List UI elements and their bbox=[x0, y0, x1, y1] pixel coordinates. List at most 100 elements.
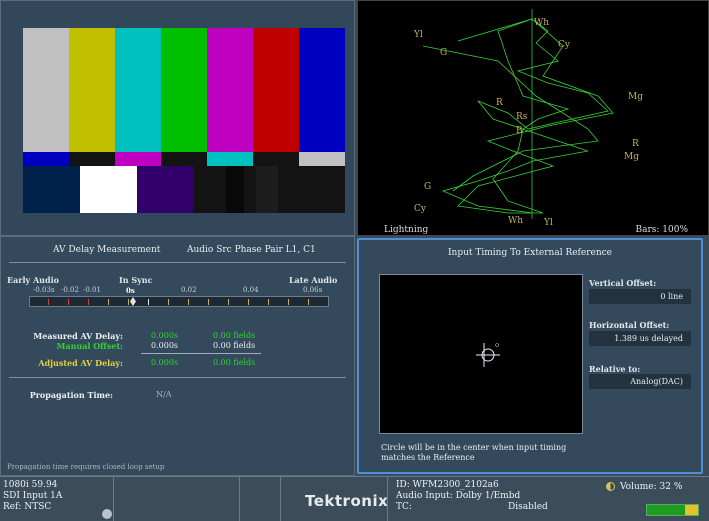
pluge-bar bbox=[278, 166, 345, 213]
propagation-footer-note: Propagation time requires closed loop se… bbox=[7, 463, 165, 471]
sync-marker bbox=[130, 297, 136, 306]
input-status-box: 1080i 59.94 SDI Input 1A Ref: NTSC bbox=[0, 477, 114, 521]
lightning-label: B bbox=[516, 126, 523, 136]
lightning-label: G bbox=[440, 48, 447, 58]
vertical-offset-value: 0 line bbox=[589, 289, 691, 304]
pluge-bar bbox=[137, 166, 194, 213]
manual-offset-fields[interactable]: 0.00 fields bbox=[213, 341, 255, 350]
lightning-label: Mg bbox=[624, 152, 639, 162]
av-delay-pane[interactable]: AV Delay Measurement Audio Src Phase Pai… bbox=[0, 236, 355, 476]
audio-input: Audio Input: Dolby 1/Embd bbox=[396, 491, 521, 501]
scale-tick-label: -0.02 bbox=[61, 286, 79, 294]
pluge-bar bbox=[256, 166, 278, 213]
timing-title: Input Timing To External Reference bbox=[447, 248, 613, 258]
pluge-bar bbox=[244, 166, 256, 213]
meter-tick bbox=[88, 299, 89, 305]
pluge-bar bbox=[23, 166, 80, 213]
status-led-icon bbox=[102, 509, 112, 519]
status-divider bbox=[387, 477, 388, 521]
scale-tick-label: 0.06s bbox=[303, 286, 323, 294]
scale-tick-label: -0.01 bbox=[83, 286, 101, 294]
relative-to-label: Relative to: bbox=[589, 364, 641, 374]
meter-tick bbox=[248, 299, 249, 305]
castellation-bar bbox=[207, 152, 253, 166]
early-audio-label: Early Audio bbox=[7, 275, 59, 285]
manual-offset-seconds[interactable]: 0.000s bbox=[151, 341, 178, 350]
pluge-bar bbox=[80, 166, 137, 213]
propagation-time-label: Propagation Time: bbox=[29, 390, 113, 400]
instrument-id: ID: WFM2300_2102a6 bbox=[396, 480, 499, 490]
meter-tick bbox=[288, 299, 289, 305]
lightning-trace: Yl Wh Cy G Mg R Rs B R Mg G Cy Wh Yl bbox=[413, 9, 643, 228]
sdi-input: SDI Input 1A bbox=[3, 491, 63, 501]
lightning-label: Wh bbox=[508, 216, 523, 226]
meter-tick bbox=[108, 299, 109, 305]
horizontal-offset-value: 1.389 us delayed bbox=[589, 331, 691, 346]
color-bar bbox=[161, 28, 207, 152]
relative-to-value[interactable]: Analog(DAC) bbox=[589, 374, 691, 389]
meter-tick bbox=[168, 299, 169, 305]
timecode-label: TC: bbox=[396, 502, 412, 512]
meter-tick bbox=[308, 299, 309, 305]
status-slot bbox=[114, 477, 240, 521]
horizontal-offset-label: Horizontal Offset: bbox=[589, 320, 670, 330]
meter-tick bbox=[188, 299, 189, 305]
castellation-bar bbox=[299, 152, 345, 166]
volume-icon bbox=[606, 482, 615, 491]
meter-tick bbox=[208, 299, 209, 305]
picture-pane[interactable] bbox=[0, 0, 355, 236]
divider bbox=[9, 262, 346, 263]
lightning-label: Mg bbox=[628, 92, 643, 102]
castellation-bar bbox=[253, 152, 299, 166]
av-delay-title: AV Delay Measurement bbox=[53, 245, 161, 255]
volume-label: Volume: 32 % bbox=[620, 482, 683, 492]
scale-tick-label: 0.04 bbox=[243, 286, 259, 294]
input-timing-pane[interactable]: Input Timing To External Reference Verti… bbox=[357, 238, 703, 474]
lightning-labels: Yl Wh Cy G Mg R Rs B R Mg G Cy Wh Yl bbox=[413, 18, 643, 228]
status-bar: 1080i 59.94 SDI Input 1A Ref: NTSC Tektr… bbox=[0, 476, 709, 521]
lightning-label: Wh bbox=[534, 18, 549, 28]
manual-offset-label: Manual Offset: bbox=[56, 341, 123, 351]
status-slot bbox=[240, 477, 281, 521]
color-bar bbox=[23, 28, 69, 152]
propagation-time-value: N/A bbox=[156, 390, 172, 399]
measured-av-delay-seconds: 0.000s bbox=[151, 331, 179, 340]
in-sync-label: In Sync bbox=[119, 275, 153, 285]
volume-meter-fill bbox=[685, 505, 698, 515]
castellation-bar bbox=[115, 152, 161, 166]
meter-tick bbox=[68, 299, 69, 305]
color-bars-picture bbox=[23, 28, 345, 213]
meter-tick bbox=[228, 299, 229, 305]
audio-pair-label: Audio Src Phase Pair L1, C1 bbox=[187, 245, 316, 255]
lightning-label: Yl bbox=[413, 30, 423, 40]
measured-av-delay-fields: 0.00 fields bbox=[213, 331, 256, 340]
meter-tick bbox=[128, 299, 129, 305]
lightning-label: R bbox=[632, 139, 639, 149]
lightning-label: Cy bbox=[414, 204, 427, 214]
av-delay-meter bbox=[29, 296, 329, 307]
castellation-bar bbox=[69, 152, 115, 166]
adjusted-av-delay-seconds: 0.000s bbox=[151, 358, 179, 367]
brand-logo: Tektronix bbox=[305, 492, 389, 510]
lightning-display-pane[interactable]: Yl Wh Cy G Mg R Rs B R Mg G Cy Wh Yl Lig… bbox=[357, 0, 709, 236]
late-audio-label: Late Audio bbox=[289, 275, 338, 285]
scale-tick-label: 0s bbox=[126, 286, 135, 295]
castellation-bar bbox=[161, 152, 207, 166]
color-bar bbox=[115, 28, 161, 152]
pluge-bar bbox=[226, 166, 244, 213]
timing-note: Circle will be in the center when input … bbox=[381, 443, 567, 462]
color-bar bbox=[299, 28, 345, 152]
video-format: 1080i 59.94 bbox=[3, 480, 58, 490]
adjusted-av-delay-fields: 0.00 fields bbox=[213, 358, 256, 367]
sum-line bbox=[141, 353, 261, 354]
divider bbox=[9, 377, 346, 378]
color-bar bbox=[253, 28, 299, 152]
scale-tick-label: -0.03s bbox=[33, 286, 55, 294]
measured-av-delay-label: Measured AV Delay: bbox=[33, 331, 123, 341]
meter-tick bbox=[268, 299, 269, 305]
volume-meter bbox=[646, 504, 699, 516]
reference-status: Ref: NTSC bbox=[3, 502, 52, 512]
lightning-display-name: Lightning bbox=[384, 225, 429, 235]
bars-amplitude: Bars: 100% bbox=[635, 225, 688, 235]
vertical-offset-label: Vertical Offset: bbox=[589, 278, 657, 288]
